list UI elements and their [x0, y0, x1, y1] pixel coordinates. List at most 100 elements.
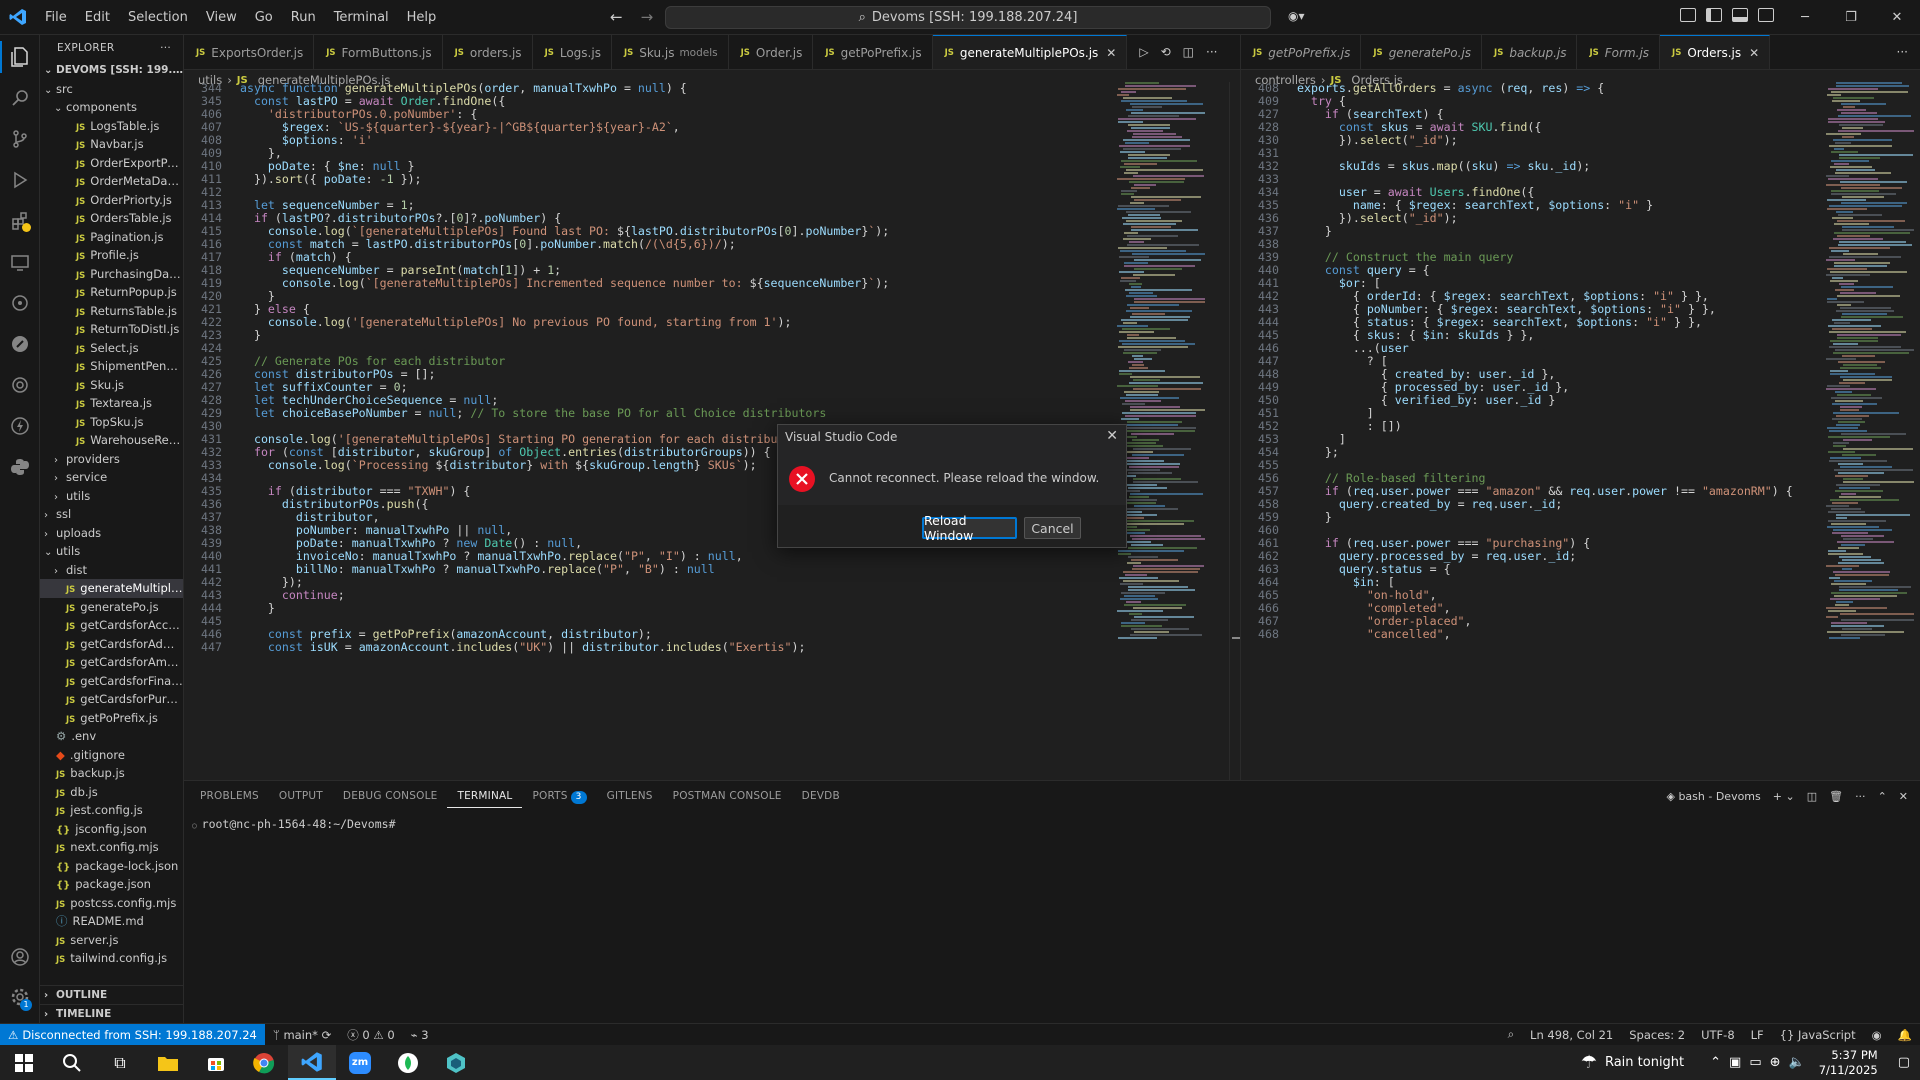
folder-item[interactable]: ⌄ src	[40, 80, 183, 99]
task-view-icon[interactable]: ⧉	[96, 1045, 144, 1080]
zoom-app-icon[interactable]: zm	[336, 1045, 384, 1080]
encoding[interactable]: UTF-8	[1693, 1028, 1743, 1042]
file-item[interactable]: JS Navbar.js	[40, 135, 183, 154]
editor-tab[interactable]: JS ExportsOrder.js	[184, 35, 315, 69]
folder-item[interactable]: › providers	[40, 450, 183, 469]
editor-tab[interactable]: JS Logs.js	[532, 35, 612, 69]
weather-text[interactable]: Rain tonight	[1605, 1055, 1684, 1070]
file-item[interactable]: JS backup.js	[40, 764, 183, 783]
file-item[interactable]: {} package-lock.json	[40, 857, 183, 876]
file-item[interactable]: JS TopSku.js	[40, 413, 183, 432]
app-hex-icon[interactable]	[432, 1045, 480, 1080]
file-item[interactable]: JS ShipmentPending...	[40, 357, 183, 376]
app-green-icon[interactable]	[384, 1045, 432, 1080]
file-item[interactable]: JS WarehouseReturn.js	[40, 431, 183, 450]
toggle-secondary-sidebar-icon[interactable]	[1758, 8, 1774, 22]
panel-tab-debug-console[interactable]: DEBUG CONSOLE	[333, 785, 448, 808]
editor-tab[interactable]: JS Sku.js models	[611, 35, 729, 69]
close-panel-icon[interactable]: ✕	[1899, 790, 1908, 803]
editor-tab[interactable]: JS FormButtons.js	[314, 35, 443, 69]
menu-help[interactable]: Help	[398, 0, 446, 35]
file-item[interactable]: ⚙ .env	[40, 727, 183, 746]
vscode-taskbar-icon[interactable]	[288, 1045, 336, 1080]
file-item[interactable]: JS tailwind.config.js	[40, 949, 183, 968]
notification-center-icon[interactable]: ▢	[1898, 1055, 1910, 1070]
editor-tab[interactable]: JS Orders.js ✕	[1660, 35, 1771, 69]
explorer-root[interactable]: ⌄DEVOMS [SSH: 199.188.20...	[40, 61, 183, 80]
manage-gear-icon[interactable]: 1	[8, 985, 32, 1011]
dialog-close-icon[interactable]: ✕	[1106, 428, 1118, 444]
editor-tab[interactable]: JS orders.js	[442, 35, 533, 69]
account-icon[interactable]	[8, 945, 32, 969]
right-code-area[interactable]: 408 exports.getAllOrders = async (req, re…	[1241, 82, 1821, 780]
file-explorer-icon[interactable]	[144, 1045, 192, 1080]
panel-tab-devdb[interactable]: DEVDB	[792, 785, 850, 808]
folder-item[interactable]: › service	[40, 468, 183, 487]
tray-app-icon[interactable]: ▣	[1729, 1055, 1741, 1070]
file-item[interactable]: JS Profile.js	[40, 246, 183, 265]
file-item[interactable]: JS server.js	[40, 931, 183, 950]
folder-item[interactable]: ⌄ utils	[40, 542, 183, 561]
file-item[interactable]: JS jest.config.js	[40, 801, 183, 820]
folder-item[interactable]: › ssl	[40, 505, 183, 524]
file-item[interactable]: ⓘ README.md	[40, 912, 183, 931]
toggle-panel-icon[interactable]	[1732, 8, 1748, 22]
file-item[interactable]: JS getCardsforAccount.js	[40, 616, 183, 635]
layout-customize-icon[interactable]	[1680, 8, 1696, 22]
panel-tab-postman-console[interactable]: POSTMAN CONSOLE	[663, 785, 792, 808]
close-window-icon[interactable]: ✕	[1874, 10, 1920, 25]
cancel-button[interactable]: Cancel	[1024, 517, 1081, 539]
database-icon[interactable]	[8, 373, 32, 397]
language-mode[interactable]: {} JavaScript	[1772, 1028, 1864, 1042]
terminal-area[interactable]: ○ root@nc-ph-1564-48:~/Devoms#	[184, 817, 1920, 831]
line-ending[interactable]: LF	[1743, 1028, 1772, 1042]
remote-explorer-icon[interactable]	[8, 250, 32, 274]
panel-tab-output[interactable]: OUTPUT	[269, 785, 333, 808]
postman-icon[interactable]	[8, 332, 32, 356]
file-item[interactable]: {} jsconfig.json	[40, 820, 183, 839]
menu-view[interactable]: View	[197, 0, 246, 35]
more-icon[interactable]: ···	[1855, 790, 1866, 803]
file-item[interactable]: JS getCardsforFinance.js	[40, 672, 183, 691]
chrome-icon[interactable]	[240, 1045, 288, 1080]
windows-start-icon[interactable]	[0, 1045, 48, 1080]
more-actions-icon[interactable]: ···	[160, 42, 171, 54]
file-item[interactable]: JS Select.js	[40, 339, 183, 358]
editor-tab[interactable]: JS getPoPrefix.js	[813, 35, 933, 69]
file-item[interactable]: JS LogsTable.js	[40, 117, 183, 136]
left-scrollbar[interactable]	[1229, 82, 1241, 780]
explorer-icon[interactable]	[8, 45, 32, 69]
close-tab-icon[interactable]: ✕	[1106, 46, 1116, 60]
right-minimap[interactable]	[1826, 82, 1914, 642]
cursor-position[interactable]: Ln 498, Col 21	[1522, 1028, 1621, 1042]
branch-indicator[interactable]: ᛘ main* ⟳	[265, 1028, 339, 1042]
file-item[interactable]: JS postcss.config.mjs	[40, 894, 183, 913]
file-item[interactable]: JS Pagination.js	[40, 228, 183, 247]
left-minimap[interactable]	[1117, 82, 1205, 642]
ports-indicator[interactable]: ⌁ 3	[403, 1028, 437, 1042]
file-item[interactable]: JS ReturnsTable.js	[40, 302, 183, 321]
copilot-status-icon[interactable]: ◉	[1864, 1028, 1890, 1042]
editor-tab[interactable]: JS getPoPrefix.js	[1241, 35, 1362, 69]
file-item[interactable]: JS OrdersTable.js	[40, 209, 183, 228]
copilot-icon[interactable]: ◉▾	[1288, 9, 1305, 23]
editor-tab[interactable]: JS generateMultiplePOs.js ✕	[932, 35, 1128, 69]
file-item[interactable]: JS getPoPrefix.js	[40, 709, 183, 728]
command-center[interactable]: ⌕ Devoms [SSH: 199.188.207.24]	[665, 6, 1271, 29]
python-icon[interactable]	[8, 455, 32, 479]
folder-item[interactable]: › utils	[40, 487, 183, 506]
folder-item[interactable]: › uploads	[40, 524, 183, 543]
file-item[interactable]: JS OrderExportPopup.js	[40, 154, 183, 173]
notifications-bell-icon[interactable]: 🔔	[1890, 1028, 1920, 1042]
panel-tab-terminal[interactable]: TERMINAL	[447, 785, 523, 808]
weather-icon[interactable]: ☂	[1581, 1052, 1597, 1073]
split-editor-icon[interactable]: ◫	[1183, 45, 1194, 59]
open-changes-icon[interactable]: ⟲	[1161, 45, 1171, 59]
minimize-icon[interactable]: ─	[1782, 10, 1828, 25]
menu-go[interactable]: Go	[246, 0, 282, 35]
taskbar-search-icon[interactable]	[48, 1045, 96, 1080]
panel-tab-ports[interactable]: PORTS 3	[522, 785, 596, 808]
file-item[interactable]: JS PurchasingDashbo...	[40, 265, 183, 284]
run-debug-icon[interactable]	[8, 168, 32, 192]
restore-icon[interactable]: ❐	[1828, 10, 1874, 25]
